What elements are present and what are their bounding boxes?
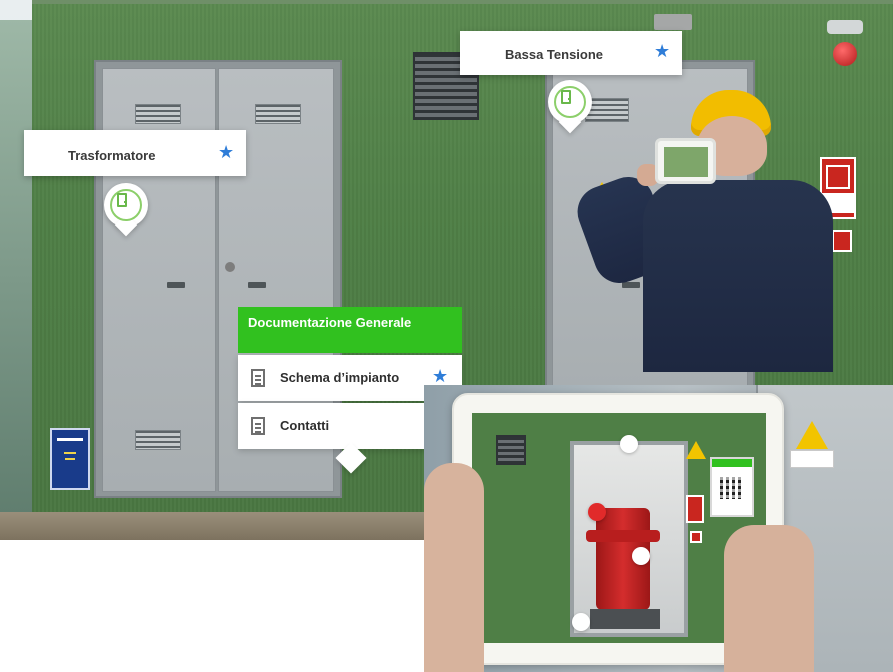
star-icon[interactable]: ★ (218, 143, 234, 161)
inset-warning-sign (796, 421, 828, 449)
label-trasformatore-text: Trasformatore (68, 148, 156, 163)
qr-code (720, 477, 742, 499)
tablet-augmented-reality-panel (710, 457, 754, 517)
worker-tablet-screen (664, 147, 708, 177)
menu-header: Documentazione Generale (238, 307, 462, 353)
document-icon (251, 417, 265, 435)
left-door-vent-top-left (135, 104, 181, 124)
earthing-sign-text-line (57, 438, 83, 441)
tablet-louver (496, 435, 526, 465)
label-bassa-tensione[interactable]: Bassa Tensione ★ (460, 31, 682, 75)
worker-tablet (655, 138, 716, 184)
menu-item-label: Contatti (280, 418, 330, 433)
tablet-warning-sign (686, 441, 706, 459)
tablet-inset-photo (424, 385, 893, 672)
document-icon (251, 369, 265, 387)
left-door-slot-right (248, 282, 266, 288)
door-icon (561, 90, 571, 104)
worker-body (643, 180, 833, 372)
hand-left (424, 463, 484, 672)
tablet-pin-middle[interactable] (632, 547, 650, 565)
alarm-cap (827, 20, 863, 34)
tablet-screen (472, 413, 766, 643)
star-icon[interactable]: ★ (432, 367, 448, 385)
left-door-vent-bottom-left (135, 430, 181, 450)
door-icon (117, 193, 127, 207)
left-door-vent-top-right (255, 104, 301, 124)
alarm-red-light (833, 42, 857, 66)
pin-trasformatore[interactable] (104, 183, 148, 241)
inset-prohibition-sign (790, 450, 834, 468)
menu-item-label: Schema d’impianto (280, 370, 400, 385)
tablet-pin-bottom[interactable] (572, 613, 590, 631)
left-door-slot-left (167, 282, 185, 288)
pin-bassa-tensione[interactable] (548, 80, 592, 138)
label-bassa-tensione-text: Bassa Tensione (505, 47, 604, 62)
ground-icon (64, 452, 76, 468)
door-handle (225, 262, 235, 272)
tablet-fire-sign (686, 495, 704, 523)
label-trasformatore[interactable]: Trasformatore ★ (24, 130, 246, 176)
worker (570, 72, 835, 372)
hand-right (724, 525, 814, 672)
star-icon[interactable]: ★ (654, 42, 670, 60)
transformer-base (590, 609, 660, 629)
tablet-emergency-button (690, 531, 702, 543)
earthing-sign (50, 428, 90, 490)
ceiling-box (654, 14, 692, 30)
panel-stripe (712, 459, 752, 467)
alarm-lamp (827, 20, 863, 80)
emergency-button (832, 230, 852, 252)
tablet-pin-red[interactable] (588, 503, 606, 521)
tablet-pin-top[interactable] (620, 435, 638, 453)
tree-background (0, 20, 36, 540)
